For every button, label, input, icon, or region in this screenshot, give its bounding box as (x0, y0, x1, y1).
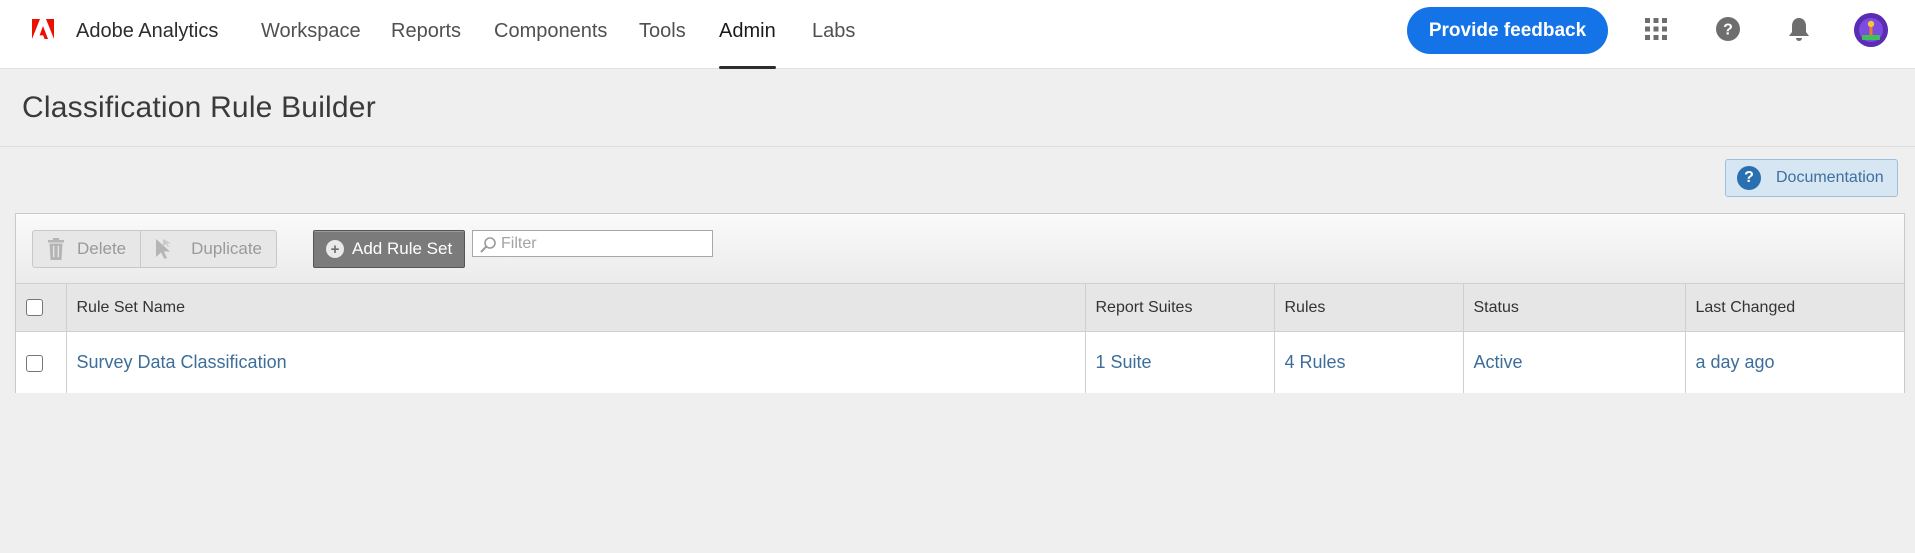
svg-text:?: ? (1723, 22, 1733, 39)
row-select-cell (16, 331, 66, 393)
duplicate-label: Duplicate (191, 239, 263, 258)
add-rule-set-label: Add Rule Set (352, 239, 453, 258)
bell-icon[interactable] (1785, 15, 1813, 43)
duplicate-button[interactable]: Duplicate (140, 231, 276, 267)
apps-grid-icon[interactable] (1642, 15, 1670, 43)
trash-icon (48, 238, 64, 260)
row-checkbox[interactable] (26, 354, 43, 372)
avatar[interactable] (1854, 13, 1888, 47)
column-header-status[interactable]: Status (1462, 283, 1685, 332)
status-link[interactable]: Active (1474, 352, 1523, 372)
select-all-checkbox[interactable] (26, 298, 43, 316)
search-icon (480, 237, 496, 253)
select-all-cell (16, 283, 66, 332)
tab-admin[interactable]: Admin (719, 20, 776, 69)
column-header-report-suites[interactable]: Report Suites (1084, 283, 1274, 332)
add-rule-set-button[interactable]: + Add Rule Set (313, 230, 465, 268)
plus-icon: + (326, 240, 344, 258)
tab-reports[interactable]: Reports (391, 20, 461, 69)
documentation-label: Documentation (1776, 169, 1884, 186)
tab-labs[interactable]: Labs (812, 20, 855, 69)
delete-label: Delete (77, 239, 127, 258)
filter-field (472, 230, 713, 257)
last-changed-value: a day ago (1695, 351, 1775, 372)
help-icon[interactable]: ? (1714, 15, 1742, 43)
delete-button[interactable]: Delete (33, 231, 140, 267)
tab-workspace[interactable]: Workspace (261, 20, 361, 69)
page-header: Classification Rule Builder (0, 69, 1915, 147)
duplicate-cursor-icon (156, 239, 172, 259)
tab-tools[interactable]: Tools (639, 20, 686, 69)
top-nav: Adobe Analytics Workspace Reports Compon… (0, 0, 1915, 69)
help-icon: ? (1737, 166, 1761, 190)
column-header-rules[interactable]: Rules (1273, 283, 1463, 332)
column-header-rule-set-name[interactable]: Rule Set Name (65, 283, 1085, 332)
table-row: Survey Data Classification 1 Suite 4 Rul… (16, 331, 1904, 393)
action-button-group: Delete Duplicate (32, 230, 278, 268)
toolbar: Delete Duplicate + Add Rule Set (16, 214, 1904, 283)
documentation-button[interactable]: ? Documentation (1725, 159, 1898, 197)
rule-set-name-link[interactable]: Survey Data Classification (77, 352, 287, 372)
filter-input[interactable] (501, 232, 706, 255)
tab-components[interactable]: Components (494, 20, 607, 69)
rules-link[interactable]: 4 Rules (1285, 352, 1346, 372)
table-header-row: Rule Set Name Report Suites Rules Status… (16, 283, 1904, 332)
report-suites-link[interactable]: 1 Suite (1096, 352, 1152, 372)
app-title[interactable]: Adobe Analytics (76, 20, 218, 43)
rule-set-table: Rule Set Name Report Suites Rules Status… (16, 283, 1904, 393)
adobe-logo-icon[interactable] (32, 19, 54, 39)
provide-feedback-button[interactable]: Provide feedback (1407, 7, 1608, 54)
page-title: Classification Rule Builder (22, 91, 376, 124)
rule-set-panel: Delete Duplicate + Add Rule Set Filter R… (15, 213, 1905, 393)
column-header-last-changed[interactable]: Last Changed (1684, 283, 1904, 332)
